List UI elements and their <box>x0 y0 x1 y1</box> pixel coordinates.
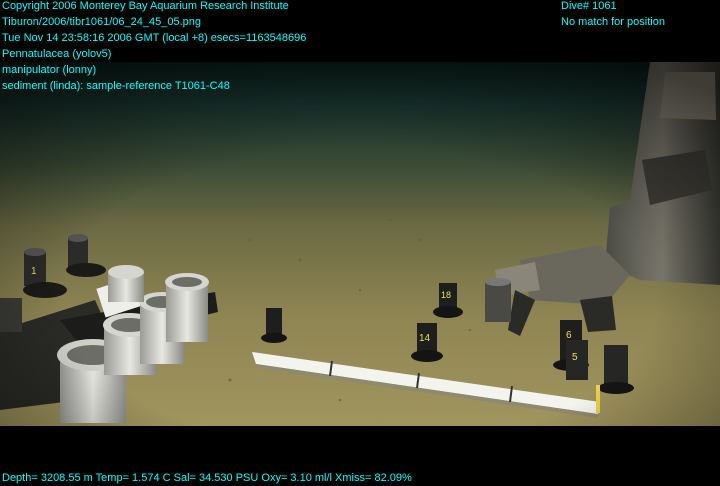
image-path-text: Tiburon/2006/tibr1061/06_24_45_05.png <box>2 16 201 28</box>
annotation-manipulator: manipulator (lonny) <box>2 64 97 76</box>
datetime-text: Tue Nov 14 23:58:16 2006 GMT (local +8) … <box>2 32 307 44</box>
overlay-metadata-right: Dive# 1061 No match for position <box>561 0 665 30</box>
annotation-sediment: sediment (linda): sample-reference T1061… <box>2 80 230 92</box>
overlay-telemetry: Depth= 3208.55 m Temp= 1.574 C Sal= 34.5… <box>2 470 412 486</box>
annotation-pennatulacea: Pennatulacea (yolov5) <box>2 48 112 60</box>
copyright-text: Copyright 2006 Monterey Bay Aquarium Res… <box>2 0 289 12</box>
dive-number-text: Dive# 1061 <box>561 0 617 12</box>
overlay-metadata-left: Copyright 2006 Monterey Bay Aquarium Res… <box>2 0 306 94</box>
position-status-text: No match for position <box>561 16 665 28</box>
telemetry-text: Depth= 3208.55 m Temp= 1.574 C Sal= 34.5… <box>2 472 412 484</box>
video-frame: 1 18 14 <box>0 0 720 486</box>
